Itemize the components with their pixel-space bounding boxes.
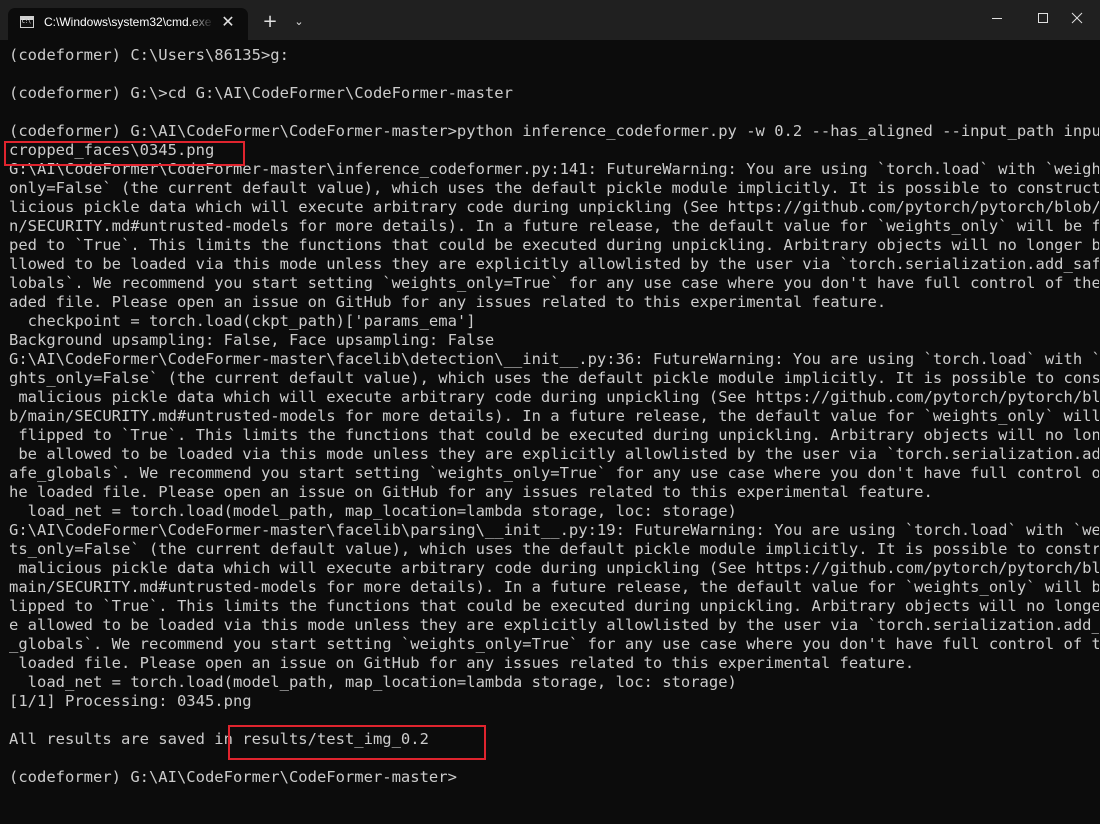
cmd-icon <box>20 16 34 28</box>
terminal-window: C:\Windows\system32\cmd.exe ✕ + ⌄ (codef… <box>0 0 1100 824</box>
console-line: (codeformer) G:\AI\CodeFormer\CodeFormer… <box>9 768 457 786</box>
console-line: checkpoint = torch.load(ckpt_path)['para… <box>9 312 476 330</box>
title-bar: C:\Windows\system32\cmd.exe ✕ + ⌄ <box>0 0 1100 40</box>
console-line: ped to `True`. This limits the functions… <box>9 236 1099 254</box>
console-line: flipped to `True`. This limits the funct… <box>9 426 1099 444</box>
console-line: G:\AI\CodeFormer\CodeFormer-master\infer… <box>9 160 1099 178</box>
console-line: malicious pickle data which will execute… <box>9 388 1099 406</box>
console-line: main/SECURITY.md#untrusted-models for mo… <box>9 578 1099 596</box>
console-line: [1/1] Processing: 0345.png <box>9 692 252 710</box>
console-line: All results are saved in results/test_im… <box>9 730 429 748</box>
console-line: b/main/SECURITY.md#untrusted-models for … <box>9 407 1099 425</box>
console-line: cropped_faces\0345.png <box>9 141 215 159</box>
close-button[interactable] <box>1054 0 1100 36</box>
console-line: e allowed to be loaded via this mode unl… <box>9 616 1099 634</box>
console-line: lipped to `True`. This limits the functi… <box>9 597 1099 615</box>
tab-cmd[interactable]: C:\Windows\system32\cmd.exe ✕ <box>8 8 248 40</box>
console-line: Background upsampling: False, Face upsam… <box>9 331 495 349</box>
console-line: ghts_only=False` (the current default va… <box>9 369 1099 387</box>
console-line: (codeformer) C:\Users\86135>g: <box>9 46 289 64</box>
console-line: G:\AI\CodeFormer\CodeFormer-master\facel… <box>9 521 1099 539</box>
console-output[interactable]: (codeformer) C:\Users\86135>g: (codeforme… <box>9 46 1099 787</box>
console-line: lobals`. We recommend you start setting … <box>9 274 1099 292</box>
console-line: licious pickle data which will execute a… <box>9 198 1099 216</box>
console-line: aded file. Please open an issue on GitHu… <box>9 293 887 311</box>
console-line: (codeformer) G:\AI\CodeFormer\CodeFormer… <box>9 122 1099 140</box>
console-line: malicious pickle data which will execute… <box>9 559 1099 577</box>
console-line: load_net = torch.load(model_path, map_lo… <box>9 502 737 520</box>
console-line: loaded file. Please open an issue on Git… <box>9 654 915 672</box>
console-line: load_net = torch.load(model_path, map_lo… <box>9 673 737 691</box>
chevron-down-icon[interactable]: ⌄ <box>289 10 309 34</box>
console-line: (codeformer) G:\>cd G:\AI\CodeFormer\Cod… <box>9 84 513 102</box>
maximize-icon <box>1038 13 1048 23</box>
close-icon <box>1071 12 1083 24</box>
minimize-button[interactable] <box>974 0 1020 36</box>
console-line: G:\AI\CodeFormer\CodeFormer-master\facel… <box>9 350 1099 368</box>
console-line: n/SECURITY.md#untrusted-models for more … <box>9 217 1099 235</box>
tab-title: C:\Windows\system32\cmd.exe <box>44 15 212 29</box>
console-line: ts_only=False` (the current default valu… <box>9 540 1099 558</box>
console-line: only=False` (the current default value),… <box>9 179 1099 197</box>
console-line: he loaded file. Please open an issue on … <box>9 483 933 501</box>
console-line: be allowed to be loaded via this mode un… <box>9 445 1099 463</box>
console-line: llowed to be loaded via this mode unless… <box>9 255 1099 273</box>
new-tab-icon[interactable]: + <box>258 10 282 34</box>
tab-close-icon[interactable]: ✕ <box>218 12 238 32</box>
console-line: _globals`. We recommend you start settin… <box>9 635 1099 653</box>
console-line: afe_globals`. We recommend you start set… <box>9 464 1099 482</box>
minimize-icon <box>992 18 1002 19</box>
